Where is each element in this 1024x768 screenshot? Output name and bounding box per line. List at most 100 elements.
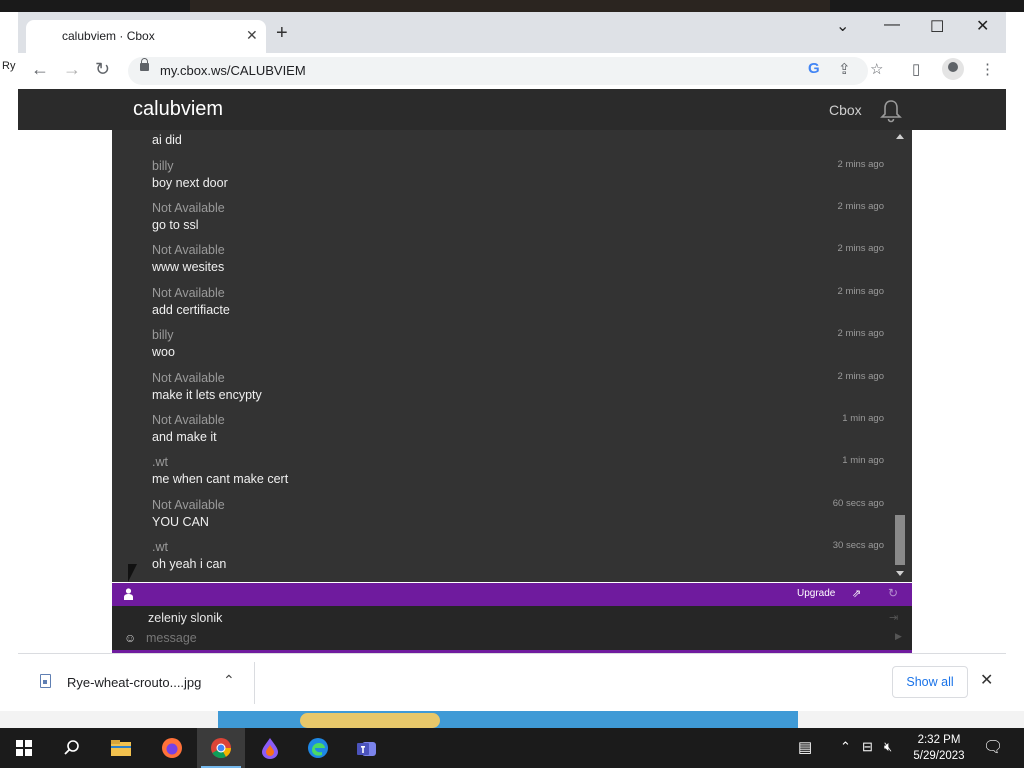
network-icon[interactable]: ⊟: [862, 739, 873, 755]
google-lens-icon[interactable]: G: [808, 60, 820, 77]
volume-muted-icon[interactable]: 🔇︎: [884, 739, 892, 755]
profile-avatar-icon[interactable]: [942, 58, 964, 80]
mouse-cursor-icon: [128, 564, 137, 582]
downloads-bar: Rye-wheat-crouto....jpg ⌃ Show all ✕: [18, 653, 1006, 711]
message-timestamp: 1 min ago: [842, 413, 884, 424]
close-downloads-icon[interactable]: ✕: [980, 670, 993, 690]
message-author[interactable]: Not Available: [152, 201, 225, 215]
send-arrow-icon[interactable]: ▶: [895, 631, 902, 642]
clock-time: 2:32 PM: [917, 734, 961, 746]
message-author[interactable]: Not Available: [152, 371, 225, 385]
bookmark-star-icon[interactable]: ☆: [870, 60, 883, 78]
message-timestamp: 2 mins ago: [837, 286, 884, 297]
folder-icon: [111, 740, 131, 756]
scroll-thumb[interactable]: [895, 515, 905, 565]
message-timestamp: 2 mins ago: [837, 159, 884, 170]
drop-app-button[interactable]: [246, 728, 294, 768]
message-text: make it lets encypty: [152, 388, 262, 402]
message-author[interactable]: Not Available: [152, 243, 225, 257]
menu-kebab-icon[interactable]: ⋮: [980, 60, 995, 78]
message-author[interactable]: billy: [152, 328, 174, 342]
message-timestamp: 2 mins ago: [837, 201, 884, 212]
tab-close-icon[interactable]: ✕: [246, 27, 258, 44]
chat-message: billy boy next door 2 mins ago: [152, 159, 892, 201]
close-window-button[interactable]: ✕: [976, 16, 989, 36]
message-timestamp: 30 secs ago: [832, 540, 884, 551]
refresh-icon[interactable]: ↻: [888, 586, 898, 600]
sign-in-icon[interactable]: ⇥: [889, 611, 898, 624]
message-timestamp: 2 mins ago: [837, 328, 884, 339]
show-hidden-icons-chevron-icon[interactable]: ⌃: [840, 739, 851, 755]
message-author[interactable]: Not Available: [152, 413, 225, 427]
tab-search-chevron-icon[interactable]: ⌄: [836, 16, 849, 36]
chat-message-list[interactable]: ai did billy boy next door 2 mins ago No…: [112, 130, 912, 582]
message-text: ai did: [152, 133, 182, 147]
minimize-button[interactable]: —: [884, 16, 900, 34]
site-header: calubviem Cbox: [18, 89, 1006, 130]
file-explorer-button[interactable]: [97, 728, 145, 768]
news-widget-icon[interactable]: ▤: [798, 738, 812, 756]
back-button[interactable]: ←: [31, 59, 49, 80]
system-clock[interactable]: 2:32 PM 5/29/2023: [908, 732, 970, 764]
share-icon[interactable]: ⇪: [838, 60, 851, 78]
message-text: and make it: [152, 430, 217, 444]
message-author[interactable]: Not Available: [152, 498, 225, 512]
message-author[interactable]: .wt: [152, 540, 168, 554]
message-text: oh yeah i can: [152, 557, 227, 571]
chrome-icon: [211, 738, 232, 759]
address-bar[interactable]: my.cbox.ws/CALUBVIEM G ⇪ ☆: [128, 57, 883, 85]
desktop-wallpaper-image: [190, 0, 830, 12]
desktop-left-edge: Ry: [0, 12, 18, 712]
message-text: woo: [152, 345, 175, 359]
username-field[interactable]: zeleniy slonik: [148, 611, 222, 625]
maximize-button[interactable]: ☐: [930, 17, 944, 37]
search-icon: [64, 740, 79, 755]
url-text[interactable]: my.cbox.ws/CALUBVIEM: [160, 63, 306, 78]
forward-button[interactable]: →: [63, 59, 81, 80]
tab-active[interactable]: calubviem · Cbox ✕: [26, 20, 266, 53]
search-button[interactable]: [48, 728, 96, 768]
teams-button[interactable]: [343, 728, 391, 768]
scroll-up-arrow-icon[interactable]: [896, 134, 904, 139]
message-timestamp: 60 secs ago: [832, 498, 884, 509]
site-title[interactable]: calubviem: [133, 98, 223, 121]
start-button[interactable]: [0, 728, 48, 768]
chat-message: .wt oh yeah i can 30 secs ago: [152, 540, 892, 582]
chat-message: billy woo 2 mins ago: [152, 328, 892, 370]
cbox-link[interactable]: Cbox: [829, 102, 862, 118]
popout-external-icon[interactable]: ⇗: [852, 587, 861, 600]
upgrade-link[interactable]: Upgrade: [797, 588, 835, 599]
desktop-background-bottom: [0, 711, 1024, 728]
user-icon[interactable]: [124, 588, 133, 600]
browser-toolbar: ← → ↻ my.cbox.ws/CALUBVIEM G ⇪ ☆ ▯ ⋮: [18, 53, 1006, 89]
desktop-right-edge: [1006, 12, 1024, 712]
side-panel-icon[interactable]: ▯: [912, 60, 920, 78]
scroll-down-arrow-icon[interactable]: [896, 571, 904, 576]
notification-center-icon[interactable]: 🗨︎: [983, 737, 1003, 757]
chat-message: Not Available www wesites 2 mins ago: [152, 243, 892, 285]
new-tab-button[interactable]: +: [276, 23, 288, 43]
chat-scrollbar[interactable]: [894, 130, 906, 582]
tab-strip: calubviem · Cbox ✕ + ⌄ — ☐ ✕: [18, 12, 1006, 53]
edge-button[interactable]: [294, 728, 342, 768]
flame-drop-icon: [262, 738, 278, 759]
show-all-button[interactable]: Show all: [892, 666, 968, 698]
bell-icon[interactable]: [879, 99, 903, 123]
message-author[interactable]: Not Available: [152, 286, 225, 300]
desktop-background-top: [0, 0, 1024, 12]
emoji-smiley-icon[interactable]: ☺: [124, 631, 136, 645]
image-file-icon: [40, 674, 51, 688]
message-author[interactable]: billy: [152, 159, 174, 173]
message-timestamp: 1 min ago: [842, 455, 884, 466]
firefox-button[interactable]: [148, 728, 196, 768]
message-input[interactable]: [146, 630, 866, 646]
chrome-button[interactable]: [197, 728, 245, 768]
chevron-up-icon[interactable]: ⌃: [223, 672, 235, 689]
divider: [254, 662, 255, 704]
windows-taskbar: ▤ ⌃ ⊟ 🔇︎ 2:32 PM 5/29/2023 🗨︎: [0, 728, 1024, 768]
message-author[interactable]: .wt: [152, 455, 168, 469]
clock-date: 5/29/2023: [913, 750, 965, 762]
chat-message: Not Available go to ssl 2 mins ago: [152, 201, 892, 243]
reload-button[interactable]: ↻: [95, 59, 110, 80]
download-file-name[interactable]: Rye-wheat-crouto....jpg: [67, 675, 201, 690]
